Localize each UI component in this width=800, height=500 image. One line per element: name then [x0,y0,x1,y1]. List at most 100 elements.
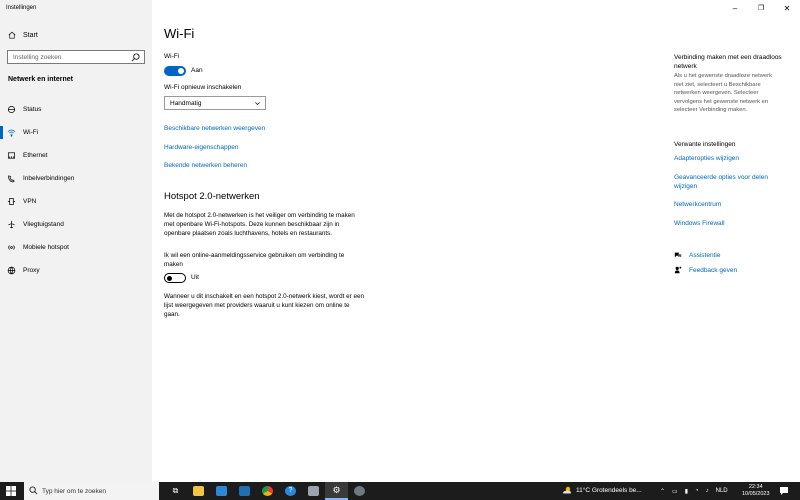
help-link[interactable]: Assistentie [674,251,720,259]
settings-app-button[interactable]: ⚙ [325,482,348,500]
app-title: Instellingen [6,5,37,11]
clock-date: 10/05/2023 [742,491,770,497]
media-button[interactable] [233,482,256,500]
wifi-toggle[interactable] [164,66,186,76]
note-line: Wanneer u dit inschakelt en een hotspot … [164,293,364,300]
related-settings-title: Verwante instellingen [674,141,736,148]
sidebar-item-hotspot[interactable]: Mobiele hotspot [0,236,152,259]
clock[interactable]: 22:34 10/05/2023 [742,484,770,498]
online-signup-line: maken [164,261,183,268]
network-center-link[interactable]: Netwerkcentrum [674,200,784,209]
task-view-button[interactable]: ⧉ [164,482,187,500]
wifi-toggle-label: Wi-Fi [164,53,180,60]
mail-button[interactable] [210,482,233,500]
restore-icon: ❐ [757,5,765,12]
chrome-icon [262,486,273,496]
connect-desc-line: selecteer Verbinding maken. [674,107,748,113]
page-title: Wi-Fi [164,26,195,41]
sidebar-item-vpn[interactable]: VPN [0,190,152,213]
network-app-button[interactable] [302,482,325,500]
help-app-button[interactable]: ? [279,482,302,500]
settings-search-input[interactable]: Instelling zoeken [7,50,145,64]
maximize-button[interactable]: ❐ [748,2,774,14]
reenable-value: Handmatig [170,99,202,107]
sidebar-item-dialup[interactable]: Inbelverbindingen [0,167,152,190]
wifi-icon [7,129,16,137]
windows-firewall-link[interactable]: Windows Firewall [674,219,784,228]
online-signup-line: Ik wil een online-aanmeldingsservice geb… [164,252,345,259]
hotspot-description: Met de hotspot 2.0-netwerken is het veil… [164,211,404,238]
ethernet-icon [7,152,16,159]
chevron-down-icon [255,102,260,106]
home-icon [8,31,16,39]
feedback-label: Feedback geven [689,266,738,274]
language-indicator[interactable]: NLD [716,488,728,494]
online-signup-toggle[interactable] [164,273,186,283]
show-available-networks-link[interactable]: Beschikbare netwerken weergeven [164,125,265,132]
section-title: Netwerk en internet [8,76,73,83]
weather-widget[interactable]: 11°C Grotendeels be... [562,485,642,495]
sidebar-item-airplane[interactable]: Vliegtuigstand [0,213,152,236]
hardware-properties-link[interactable]: Hardware-eigenschappen [164,144,238,151]
manage-known-networks-link[interactable]: Bekende netwerken beheren [164,162,247,169]
sidebar: Instellingen Start Instelling zoeken Net… [0,0,152,482]
notification-icon[interactable] [778,486,790,496]
connect-title-line: netwerk [674,63,697,70]
connect-desc-line: Als u het gewenste draadloze netwerk [674,73,772,79]
question-icon: ? [285,486,296,496]
search-placeholder: Instelling zoeken [13,53,62,61]
chrome-button[interactable] [256,482,279,500]
file-explorer-button[interactable] [187,482,210,500]
home-label: Start [23,31,38,39]
battery-icon[interactable]: ▮ [685,488,688,495]
sidebar-item-label: Ethernet [23,152,48,159]
edge-icon [354,486,365,496]
sidebar-item-ethernet[interactable]: Ethernet [0,144,152,167]
task-view-icon: ⧉ [172,486,179,495]
window-controls: – ❐ ✕ [722,2,800,14]
sidebar-item-label: Mobiele hotspot [23,244,69,251]
home-button[interactable]: Start [8,30,38,40]
adapter-options-link[interactable]: Adapteropties wijzigen [674,154,784,163]
close-button[interactable]: ✕ [774,2,800,14]
taskbar: Typ hier om te zoeken ⧉ ? ⚙ 11°C Grotend… [0,482,800,500]
network-icon[interactable]: ◔ [695,488,699,494]
help-icon [674,252,682,258]
taskbar-search-input[interactable]: Typ hier om te zoeken [24,482,159,500]
connect-desc-line: vervolgens het gewenste netwerk en [674,98,769,105]
hotspot-desc-line: Met de hotspot 2.0-netwerken is het veil… [164,212,355,219]
status-icon [7,105,16,114]
airplane-icon [8,220,15,229]
clock-time: 22:34 [748,484,763,490]
folder-icon [193,486,204,496]
reenable-dropdown[interactable]: Handmatig [164,96,266,110]
connect-title-line: Verbinding maken met een draadloos [674,54,782,61]
connect-wireless-title: Verbinding maken met een draadloos netwe… [674,53,786,71]
chevron-up-icon[interactable]: ⌃ [660,488,665,495]
search-icon [29,486,38,495]
volume-icon[interactable]: ♪ [706,488,709,494]
edge-button[interactable] [348,482,371,500]
sidebar-item-label: Inbelverbindingen [23,175,75,182]
sidebar-item-label: Wi-Fi [23,129,39,136]
advanced-sharing-link[interactable]: Geavanceerde opties voor delen wijzigen [674,173,784,191]
connect-desc-line: netwerken weergeven. Selecteer [674,90,759,96]
sidebar-item-label: VPN [23,198,37,205]
gear-icon: ⚙ [332,484,341,495]
hotspot-desc-line: met openbare Wi-Fi-hotspots. Deze kunnen… [164,221,340,228]
hotspot-section-title: Hotspot 2.0-netwerken [164,191,260,202]
media-icon [239,486,250,496]
taskbar-search-placeholder: Typ hier om te zoeken [42,487,106,495]
minimize-button[interactable]: – [722,2,748,14]
feedback-link[interactable]: Feedback geven [674,266,737,274]
sidebar-item-wifi[interactable]: Wi-Fi [0,121,152,144]
sidebar-item-proxy[interactable]: Proxy [0,259,152,282]
tray-app-icon[interactable]: ▭ [672,488,678,495]
sidebar-item-label: Proxy [23,267,40,274]
vpn-icon [7,197,16,206]
sidebar-nav: Status Wi-Fi Ethernet Inbelverbindingen … [0,98,152,282]
online-signup-note: Wanneer u dit inschakelt en een hotspot … [164,292,404,319]
windows-start-icon[interactable] [6,486,16,496]
note-line: gaan. [164,311,180,318]
sidebar-item-status[interactable]: Status [0,98,152,121]
